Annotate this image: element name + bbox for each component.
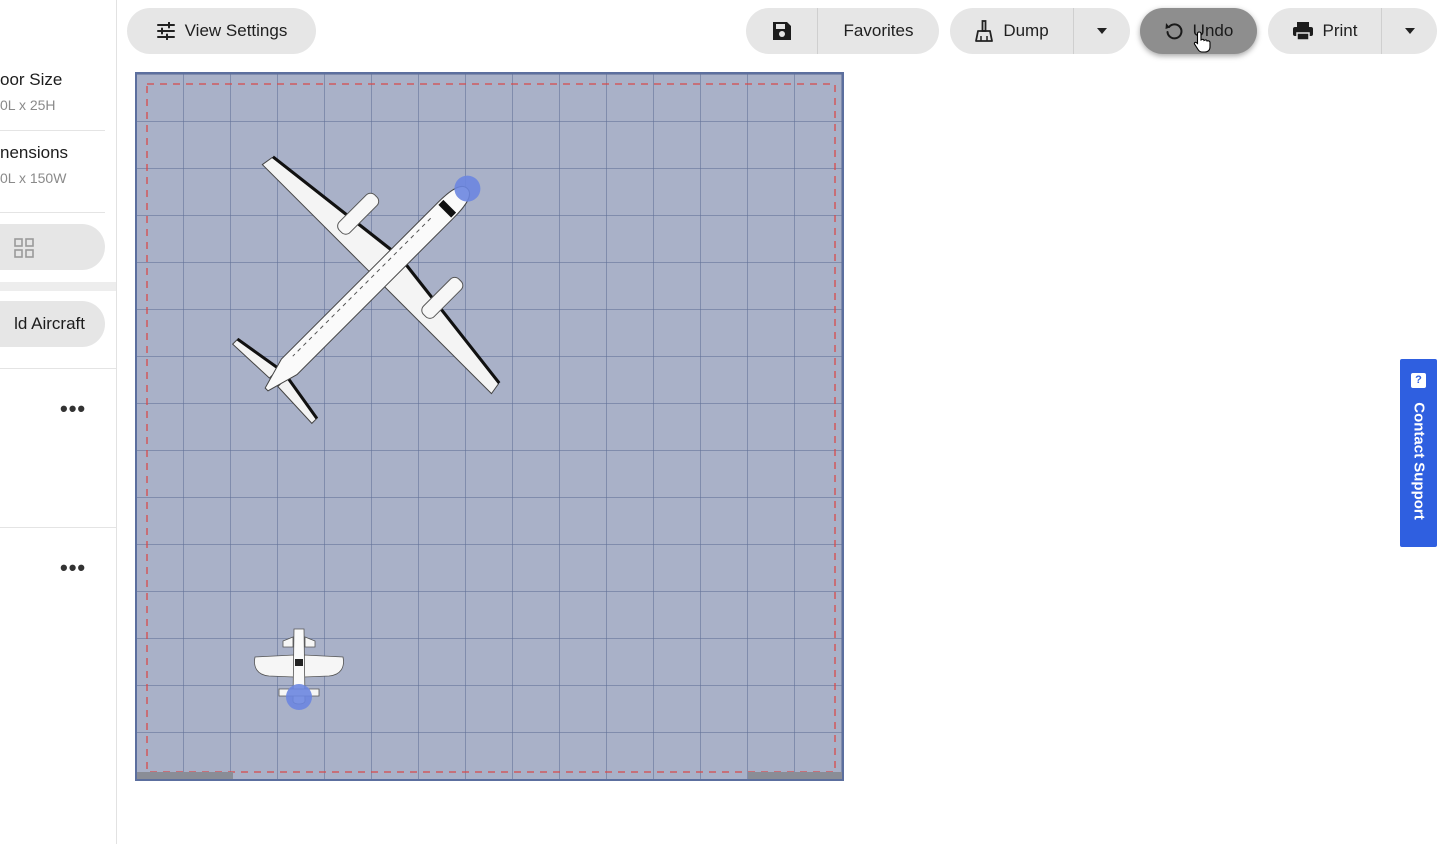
sidebar-divider xyxy=(0,368,116,369)
hangar-floor-canvas[interactable] xyxy=(135,72,844,781)
floppy-disk-icon xyxy=(772,22,791,40)
add-aircraft-button[interactable]: ld Aircraft xyxy=(0,301,105,347)
sidebar-divider xyxy=(0,130,105,131)
sliders-icon xyxy=(156,22,175,40)
grid-view-icon[interactable] xyxy=(14,238,34,258)
aircraft-more-menu-button[interactable]: ••• xyxy=(60,398,86,420)
hangar-floor-overlay xyxy=(146,74,836,773)
favorites-button[interactable]: Favorites xyxy=(817,8,939,54)
help-icon: ? xyxy=(1411,373,1426,388)
view-settings-label: View Settings xyxy=(184,21,288,40)
sidebar-divider xyxy=(0,212,105,213)
single-engine-aircraft[interactable] xyxy=(254,628,344,710)
caret-down-icon xyxy=(1097,28,1107,34)
printer-icon xyxy=(1292,22,1313,41)
aircraft-more-menu-button[interactable]: ••• xyxy=(60,557,86,579)
view-mode-toggle[interactable] xyxy=(0,224,105,270)
print-label: Print xyxy=(1322,21,1358,40)
print-pill: Print xyxy=(1268,8,1437,54)
broom-icon xyxy=(975,20,994,42)
hand-cursor-icon xyxy=(1193,31,1211,53)
sidebar-section-band xyxy=(0,282,116,291)
dimensions-title: nensions xyxy=(0,143,69,162)
contact-support-tab[interactable]: ? Contact Support xyxy=(1400,359,1437,547)
hangar-door-right xyxy=(748,772,842,779)
clearance-boundary xyxy=(146,83,836,773)
sidebar-divider xyxy=(0,527,116,528)
save-favorites-pill: Favorites xyxy=(746,8,939,54)
dump-label: Dump xyxy=(1003,21,1049,40)
undo-arrow-icon xyxy=(1165,23,1183,40)
floor-size-title: oor Size xyxy=(0,70,63,89)
view-settings-button[interactable]: View Settings xyxy=(127,8,316,54)
dump-dropdown-button[interactable] xyxy=(1073,8,1130,54)
aircraft-cockpit xyxy=(295,659,303,666)
caret-down-icon xyxy=(1404,28,1415,34)
floor-size-value: 0L x 25H xyxy=(0,97,56,113)
sidebar: oor Size 0L x 25H nensions 0L x 150W ld … xyxy=(0,0,117,844)
hangar-door-left xyxy=(137,772,233,779)
aircraft-nose-highlight xyxy=(286,684,312,710)
dump-button[interactable]: Dump xyxy=(950,8,1073,54)
contact-support-label: Contact Support xyxy=(1410,402,1427,520)
favorites-label: Favorites xyxy=(843,21,914,40)
save-button[interactable] xyxy=(746,8,817,54)
dimensions-value: 0L x 150W xyxy=(0,170,67,186)
print-button[interactable]: Print xyxy=(1268,8,1381,54)
dump-pill: Dump xyxy=(950,8,1130,54)
twin-turboprop-aircraft[interactable] xyxy=(152,74,591,504)
print-dropdown-button[interactable] xyxy=(1381,8,1437,54)
view-settings-pill: View Settings xyxy=(127,8,316,54)
